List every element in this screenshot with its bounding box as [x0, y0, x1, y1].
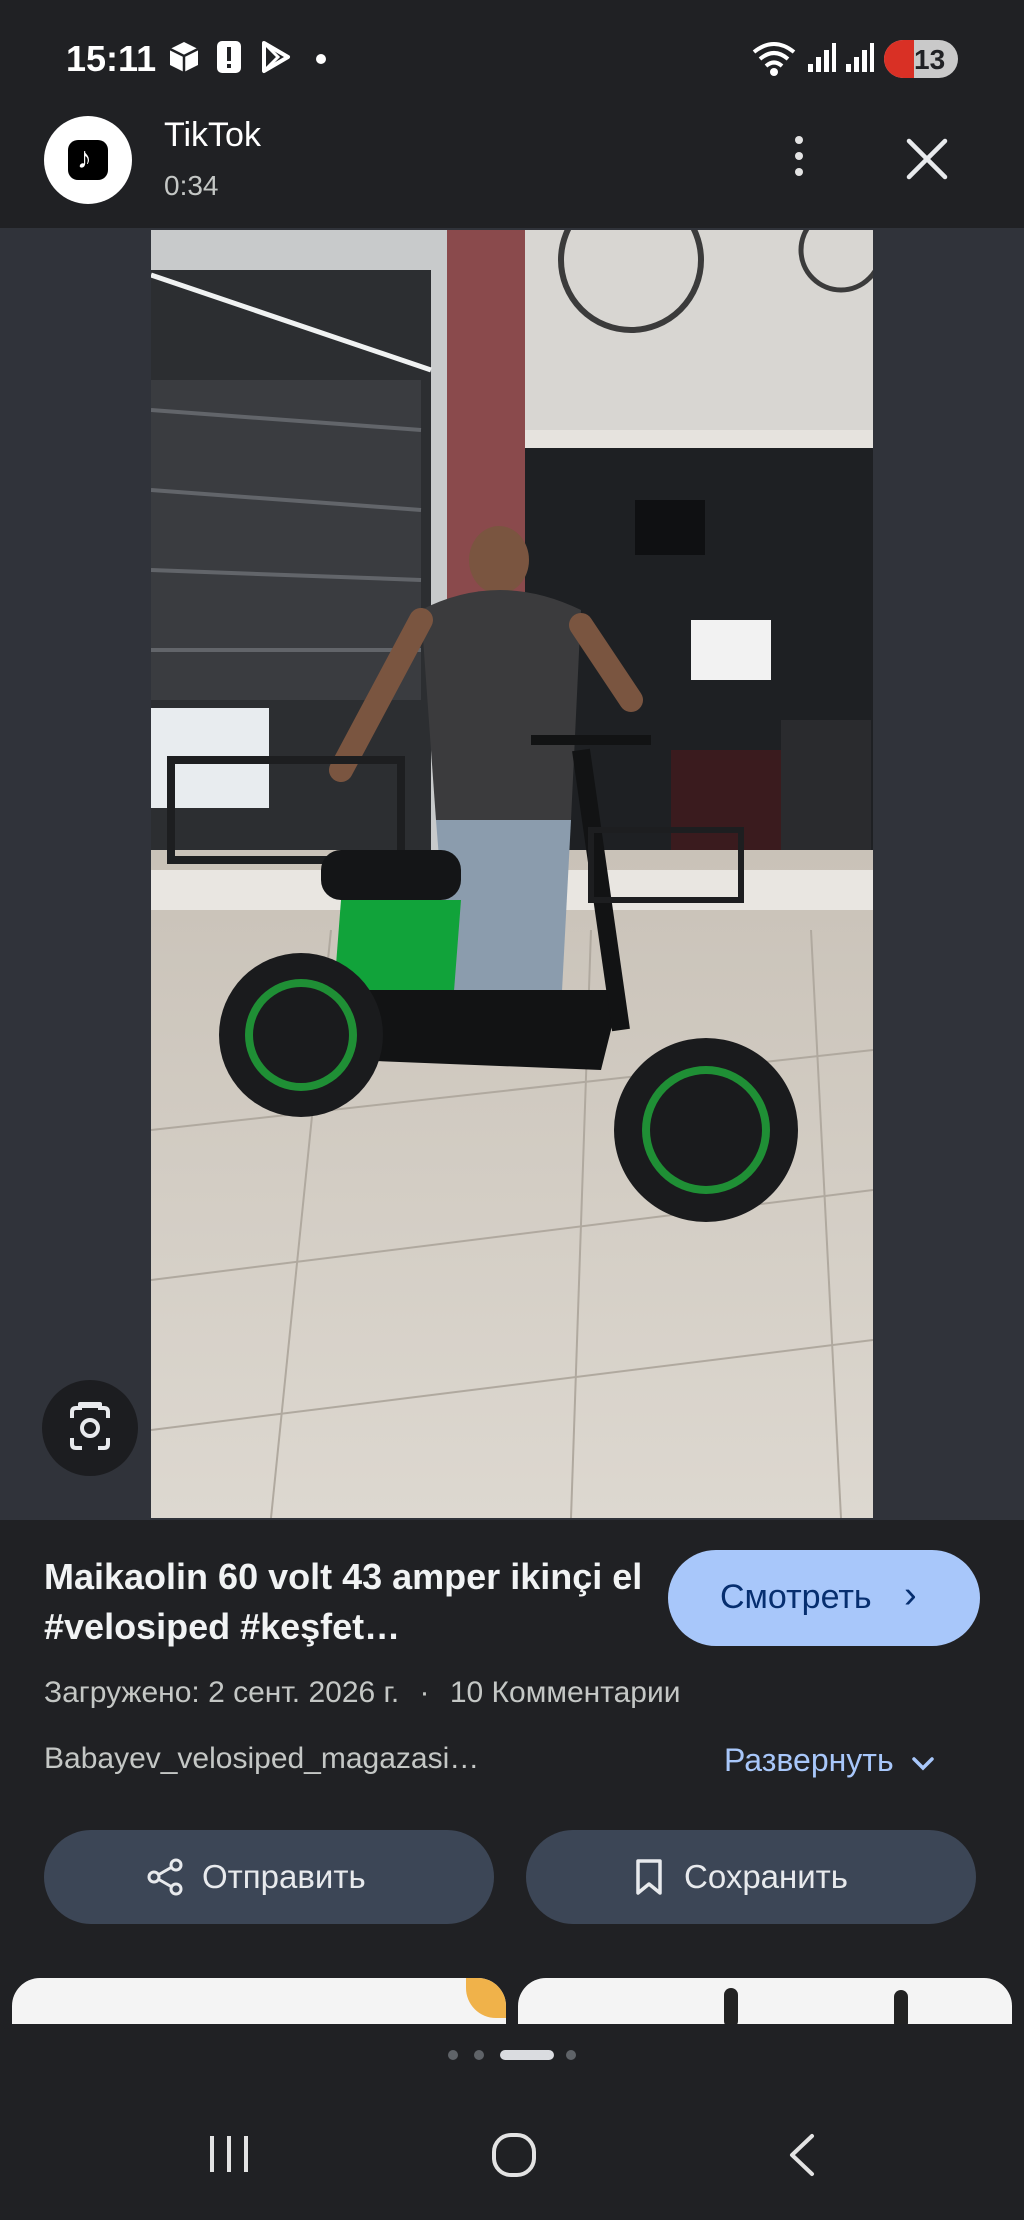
share-button[interactable]: Отправить: [44, 1830, 494, 1924]
alert-icon: [217, 41, 241, 73]
package-icon: [169, 42, 199, 72]
lens-icon: [70, 1402, 110, 1450]
share-icon: [147, 1858, 183, 1896]
battery-icon: 13: [884, 40, 958, 78]
video-thumbnail[interactable]: [151, 230, 873, 1518]
comment-count: 10 Комментарии: [449, 1676, 681, 1709]
save-label: Сохранить: [684, 1858, 848, 1895]
related-card[interactable]: [12, 1978, 506, 2028]
watch-button[interactable]: Смотреть ›: [668, 1550, 980, 1646]
page-indicator-dot: [448, 2050, 458, 2060]
chevron-right-icon: ›: [904, 1574, 917, 1616]
wifi-icon: [752, 42, 796, 76]
recent-apps-button[interactable]: [206, 2132, 252, 2176]
share-label: Отправить: [202, 1858, 366, 1895]
video-duration: 0:34: [164, 170, 219, 201]
tiktok-logo: ♪: [44, 116, 132, 204]
meta-separator: ·: [419, 1676, 430, 1709]
signal-icon: [846, 43, 874, 72]
back-button[interactable]: [784, 2132, 820, 2178]
related-card[interactable]: [518, 1978, 1012, 2028]
watch-label: Смотреть: [720, 1578, 872, 1616]
play-store-icon: [262, 41, 290, 73]
upload-date: Загружено: 2 сент. 2026 г.: [44, 1676, 400, 1709]
close-button[interactable]: [904, 136, 950, 182]
page-indicator-active: [500, 2050, 554, 2060]
channel-name[interactable]: Babayev_velosiped_magazasi…: [44, 1742, 479, 1776]
battery-level: 13: [914, 44, 946, 75]
expand-label: Развернуть: [724, 1742, 894, 1778]
home-button[interactable]: [490, 2132, 538, 2178]
page-indicator-dot: [566, 2050, 576, 2060]
bookmark-icon: [636, 1859, 662, 1895]
expand-button[interactable]: Развернуть: [724, 1742, 935, 1779]
app-name: TikTok: [164, 116, 261, 154]
status-time: 15:11: [66, 38, 157, 79]
more-options-button[interactable]: [784, 136, 814, 184]
google-lens-button[interactable]: [42, 1380, 138, 1476]
video-meta: Загружено: 2 сент. 2026 г. · 10 Коммента…: [44, 1676, 681, 1710]
tiktok-icon: ♪: [68, 140, 108, 180]
page-indicator-dot: [474, 2050, 484, 2060]
more-vert-icon: [795, 136, 803, 144]
signal-icon: [808, 43, 836, 72]
video-title[interactable]: Maikaolin 60 volt 43 amper ikinçi el #ve…: [44, 1552, 644, 1652]
save-button[interactable]: Сохранить: [526, 1830, 976, 1924]
chevron-down-icon: [911, 1756, 934, 1771]
status-bar: 15:11 13: [0, 0, 1024, 120]
dot-icon: [316, 54, 326, 64]
